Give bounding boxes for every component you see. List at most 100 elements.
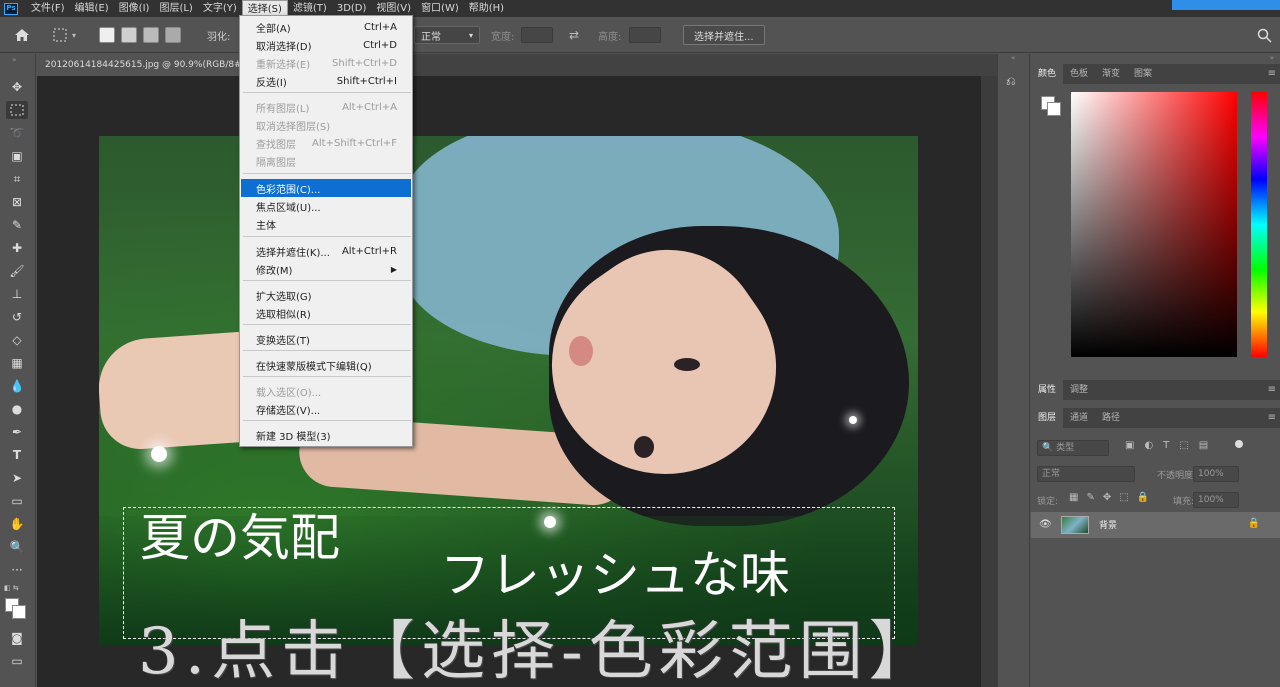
menu-item[interactable]: 编辑(E) [70,0,114,17]
panel-tab[interactable]: 路径 [1095,408,1127,428]
panel-tab[interactable]: 图案 [1127,64,1159,84]
select-and-mask-button[interactable]: 选择并遮住... [683,17,765,53]
dropdown-menu-item[interactable]: 取消选择图层(S) [241,116,411,134]
swap-dimensions-icon[interactable]: ⇄ [569,17,579,53]
rectangular-marquee-tool-icon[interactable] [6,101,28,119]
filter-toggle-icon[interactable] [1235,440,1243,448]
quick-mask-icon[interactable]: ◙ [6,629,28,647]
menu-item[interactable]: 文字(Y) [198,0,242,17]
dropdown-menu-item[interactable]: 主体 [241,215,411,233]
dropdown-menu-item[interactable]: 选择并遮住(K)... Alt+Ctrl+R [241,242,411,260]
clone-stamp-tool-icon[interactable]: ⊥ [6,285,28,303]
default-colors-icon[interactable]: ◧ ⇆ [4,584,19,592]
dropdown-menu-item[interactable]: 在快速蒙版模式下编辑(Q) [241,356,411,374]
healing-brush-tool-icon[interactable]: ✚ [6,239,28,257]
layer-row[interactable]: 👁 背景 🔒 [1031,512,1280,538]
dropdown-menu-item[interactable]: 反选(I) Shift+Ctrl+I [241,72,411,90]
blend-mode-select[interactable]: 正常 [1037,466,1135,482]
vertical-scrollbar[interactable] [981,76,997,687]
blur-tool-icon[interactable]: 💧 [6,377,28,395]
dropdown-menu-item[interactable]: 选取相似(R) [241,304,411,322]
menu-item[interactable]: 窗口(W) [416,0,464,17]
panel-tab[interactable]: 颜色 [1031,64,1064,84]
menu-item[interactable]: 图层(L) [154,0,197,17]
panel-tab[interactable]: 调整 [1063,380,1095,400]
add-selection-icon[interactable] [121,27,137,43]
menubar-accent [1172,0,1280,10]
dropdown-menu-item[interactable]: 新建 3D 模型(3) [241,426,411,444]
edit-toolbar-icon[interactable]: ··· [6,561,28,579]
dropdown-menu-item[interactable]: 载入选区(O)... [241,382,411,400]
eye-icon[interactable]: 👁 [1039,519,1052,530]
collapse-toolbar-icon[interactable]: » [12,56,16,64]
panel-menu-icon[interactable]: ≡ [1268,412,1276,423]
dropdown-menu-item[interactable]: 变换选区(T) [241,330,411,348]
panel-menu-icon[interactable]: ≡ [1268,68,1276,79]
intersect-selection-icon[interactable] [165,27,181,43]
menu-separator [243,376,411,377]
hue-slider[interactable] [1251,92,1267,357]
menu-item[interactable]: 文件(F) [26,0,70,17]
object-selection-tool-icon[interactable]: ▣ [6,147,28,165]
document-tab[interactable]: 20120614184425615.jpg @ 90.9%(RGB/8#) [37,54,241,76]
panel-tab[interactable]: 色板 [1063,64,1095,84]
background-swatch[interactable] [1047,102,1061,116]
panel-menu-icon[interactable]: ≡ [1268,384,1276,395]
subtract-selection-icon[interactable] [143,27,159,43]
hand-tool-icon[interactable]: ✋ [6,515,28,533]
search-icon[interactable] [1257,17,1272,53]
eyedropper-tool-icon[interactable]: ✎ [6,216,28,234]
background-color-swatch[interactable] [12,605,26,619]
brush-tool-icon[interactable]: 🖌 [6,262,28,280]
dodge-tool-icon[interactable]: ● [6,400,28,418]
dropdown-menu-item[interactable]: 取消选择(D) Ctrl+D [241,36,411,54]
dropdown-menu-item[interactable]: 色彩范围(C)... [241,179,411,197]
layer-filter-icons[interactable]: ▣◐T⬚▤ [1125,440,1218,451]
screen-mode-icon[interactable]: ▭ [6,652,28,670]
pen-tool-icon[interactable]: ✒ [6,423,28,441]
color-picker-field[interactable] [1071,92,1237,357]
collapse-dock-icon[interactable]: « [1011,54,1015,62]
panel-tab[interactable]: 通道 [1063,408,1095,428]
dropdown-menu-item[interactable]: 扩大选取(G) [241,286,411,304]
opacity-field[interactable]: 100% [1193,466,1239,482]
lasso-tool-icon[interactable]: ➰ [6,124,28,142]
dropdown-menu-item[interactable]: 全部(A) Ctrl+A [241,18,411,36]
path-selection-tool-icon[interactable]: ➤ [6,469,28,487]
crop-tool-icon[interactable]: ⌗ [6,170,28,188]
menu-item[interactable]: 图像(I) [114,0,155,17]
panel-tab[interactable]: 图层 [1031,408,1064,428]
panel-tab[interactable]: 渐变 [1095,64,1127,84]
fill-field[interactable]: 100% [1193,492,1239,508]
dropdown-menu-item[interactable]: 所有图层(L) Alt+Ctrl+A [241,98,411,116]
new-selection-icon[interactable] [99,27,115,43]
dropdown-menu-item[interactable]: 焦点区域(U)... [241,197,411,215]
panel-tab[interactable]: 属性 [1031,380,1064,400]
move-tool-icon[interactable]: ✥ [6,78,28,96]
marquee-preset-icon[interactable]: ▾ [52,17,76,53]
height-field[interactable] [629,17,661,53]
type-tool-icon[interactable]: T [6,446,28,464]
dropdown-menu-item[interactable]: 修改(M) ▶ [241,260,411,278]
photoshop-logo-icon[interactable]: Ps [4,2,18,15]
history-brush-tool-icon[interactable]: ↺ [6,308,28,326]
dropdown-menu-item[interactable]: 查找图层 Alt+Shift+Ctrl+F [241,134,411,152]
menu-item[interactable]: 帮助(H) [464,0,509,17]
dropdown-menu-item[interactable]: 重新选择(E) Shift+Ctrl+D [241,54,411,72]
frame-tool-icon[interactable]: ⊠ [6,193,28,211]
dropdown-menu-item[interactable]: 存储选区(V)... [241,400,411,418]
zoom-tool-icon[interactable]: 🔍 [6,538,28,556]
menu-item-shortcut: Alt+Shift+Ctrl+F [312,137,397,149]
history-panel-icon[interactable]: ⎌ [1006,74,1016,89]
style-select[interactable]: 正常 ▾ [414,17,480,53]
home-icon[interactable] [14,17,36,53]
width-field[interactable] [521,17,553,53]
dropdown-menu-item[interactable]: 隔离图层 [241,152,411,170]
eraser-tool-icon[interactable]: ◇ [6,331,28,349]
gradient-tool-icon[interactable]: ▦ [6,354,28,372]
collapse-panels-icon[interactable]: » [1270,54,1274,62]
layer-filter-input[interactable]: 🔍 类型 [1037,440,1109,456]
rectangle-tool-icon[interactable]: ▭ [6,492,28,510]
menu-item-label: 反选(I) [256,77,287,89]
lock-options-icons[interactable]: ▦✎✥⬚🔒 [1069,492,1157,503]
